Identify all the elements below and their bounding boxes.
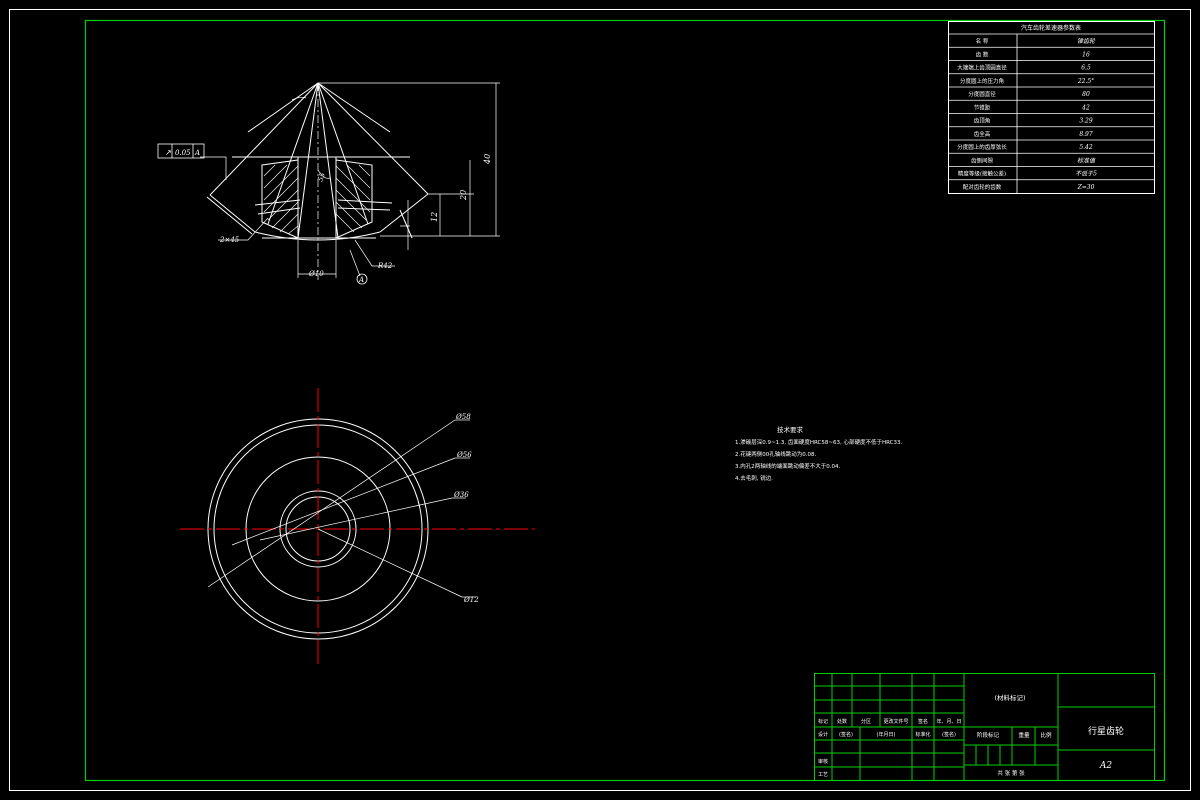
part-name: 行星齿轮 [1088,725,1124,737]
tolerance-datum: A [194,149,200,157]
params-table-title: 汽车齿轮差速器参数表 [1021,24,1081,32]
param-value: 锥齿轮 [1077,37,1096,45]
section-hatch-right [335,159,373,239]
param-label: 齿顶角 [974,117,991,125]
param-label: 齿 数 [976,50,989,58]
tolerance-symbol: ↗ [165,148,172,157]
param-label: 名 称 [976,37,989,45]
param-label: 分度圆上的压力角 [960,77,1004,85]
tech-requirements-title: 技术要求 [777,425,804,434]
tb-sign: 签名 [918,718,928,725]
param-label: 齿全高 [974,130,991,138]
stage-mark-label: 阶段标记 [977,731,1000,739]
top-view [180,388,535,668]
tb-change-doc: 更改文件号 [883,718,908,725]
section-hatch-left [261,159,299,239]
sheet-size: A2 [1099,761,1112,771]
param-value: 22.5° [1077,78,1094,85]
param-label: 分度圆上的齿厚弦长 [957,143,1007,151]
param-value: 不低于5 [1075,170,1097,178]
tb-count: 处数 [837,718,847,725]
front-view-labels: ↗ 0.05 A 40 20 12 2×45 Ø10 R42 55 A [165,148,492,284]
tb-design-date: (年月日) [877,731,896,738]
sheet-count: 共 张 第 张 [997,769,1025,777]
dim-height-small: 12 [430,212,439,222]
tb-process: 工艺 [818,772,828,778]
tb-zone: 分区 [861,718,871,725]
weight-label: 重量 [1018,731,1030,739]
tech-req-line-4: 4.去毛刺, 锐边. [735,474,773,482]
tech-req-line-2: 2.花键两侧00孔轴线跳动为0.08. [735,450,816,458]
tb-standard-sign: (签名) [942,731,956,738]
dim-dia-12: Ø12 [463,596,479,604]
tb-date: 年、月、日 [936,718,961,725]
param-value: 6.5 [1081,65,1091,72]
param-value: 8.97 [1079,131,1093,138]
tech-req-line-1: 1.渗碳层深0.9~1.3, 齿面硬度HRC58~63, 心部硬度不低于HRC3… [735,438,902,446]
param-value: 42 [1081,104,1090,111]
material-mark: (材料标记) [994,693,1025,702]
dim-angle: 55 [316,171,327,183]
tolerance-value: 0.05 [175,149,191,157]
tb-design: 设计 [818,731,828,738]
dim-chamfer: 2×45 [219,236,240,244]
params-table: 汽车齿轮差速器参数表 名 称 锥齿轮齿 数 16 大端端上齿顶圆直径 6.5 分度圆上的压… [948,21,1155,194]
param-label: 大端端上齿顶圆直径 [957,64,1007,72]
tb-design-sign: (签名) [839,731,853,738]
param-label: 节锥距 [974,103,991,111]
tech-requirements: 技术要求 1.渗碳层深0.9~1.3, 齿面硬度HRC58~63, 心部硬度不低… [735,425,902,482]
param-value: 80 [1082,91,1090,98]
datum-label: A [358,276,364,284]
dim-height-mid: 20 [459,190,468,201]
drawing-canvas: 汽车齿轮差速器参数表 名 称 锥齿轮齿 数 16 大端端上齿顶圆直径 6.5 分度圆上的压… [9,9,1191,791]
dim-dia-58: Ø58 [455,413,471,421]
param-value: Z=30 [1077,184,1095,191]
dim-dia-36: Ø36 [453,491,469,499]
param-label: 齿侧间隙 [971,156,994,164]
param-label: 分度圆直径 [968,90,996,98]
tb-mark: 标记 [818,718,828,725]
tech-req-line-3: 3.内孔2两轴线的端面跳动偏差不大于0.04. [735,462,840,470]
scale-label: 比例 [1040,731,1052,739]
param-value: 16 [1082,51,1090,58]
param-value: 标准值 [1077,156,1096,164]
top-view-labels: Ø58 Ø56 Ø36 Ø12 [453,413,479,604]
param-label: 配对齿轮的齿数 [963,183,1002,191]
param-label: 精度等级(接触公差) [958,170,1006,178]
dim-bore: Ø10 [308,270,324,278]
dim-height-total: 40 [483,154,492,165]
tb-review: 审核 [818,758,828,765]
front-view [157,82,500,285]
drawing-frame-border [84,19,1166,782]
tb-standard: 标准化 [915,731,930,738]
param-value: 5.42 [1079,144,1093,151]
dim-radius: R42 [377,262,393,270]
param-value: 3.29 [1079,118,1093,125]
dim-dia-56: Ø56 [456,451,472,459]
